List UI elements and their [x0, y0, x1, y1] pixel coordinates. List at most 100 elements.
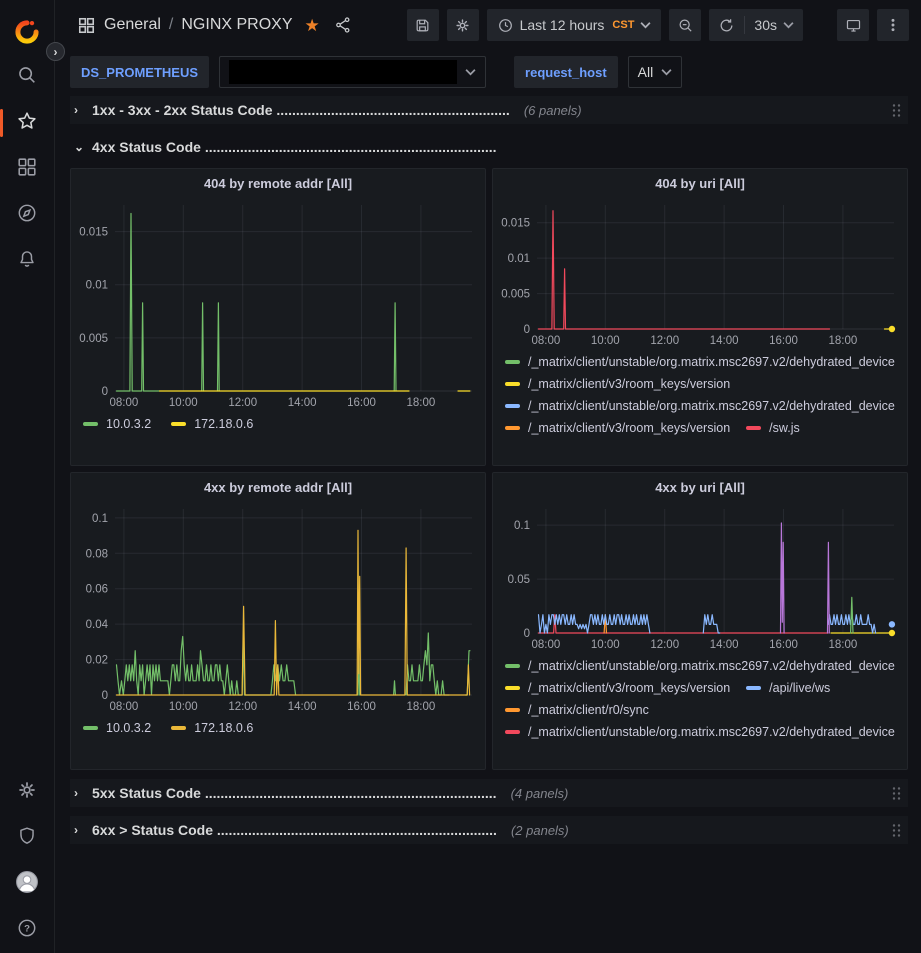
apps-grid-icon	[77, 16, 96, 35]
sidebar-item-starred[interactable]	[0, 100, 55, 146]
legend-item[interactable]: /_matrix/client/r0/sync	[505, 699, 649, 721]
legend-items: 10.0.3.2 172.18.0.6	[83, 717, 253, 739]
row-drag-handle[interactable]	[891, 103, 904, 118]
svg-text:18:00: 18:00	[829, 639, 858, 651]
save-icon	[414, 17, 431, 34]
chevron-down-icon	[465, 68, 476, 76]
legend-item[interactable]: 10.0.3.2	[83, 413, 151, 435]
legend-series-color	[505, 426, 520, 430]
sidebar-item-dashboards[interactable]	[0, 146, 55, 192]
svg-text:08:00: 08:00	[110, 397, 139, 409]
legend-item[interactable]: 10.0.3.2	[83, 717, 151, 739]
legend-item[interactable]: /_matrix/client/unstable/org.matrix.msc2…	[505, 721, 895, 743]
panel-grid: 404 by remote addr [All] 08:0010:0012:00…	[70, 168, 908, 770]
chevron-down-icon	[783, 21, 794, 29]
breadcrumb-dashboard-title[interactable]: NGINX PROXY	[181, 16, 292, 34]
legend-item[interactable]: /_matrix/client/v3/room_keys/version	[505, 373, 730, 395]
row-header-5xx[interactable]: › 5xx Status Code ......................…	[70, 779, 908, 807]
gear-icon	[16, 779, 38, 806]
legend-items: /_matrix/client/unstable/org.matrix.msc2…	[505, 351, 897, 437]
dashboard-settings-button[interactable]	[447, 9, 479, 41]
request-host-select[interactable]: All	[628, 56, 683, 88]
row-header-6xx[interactable]: › 6xx > Status Code ....................…	[70, 816, 908, 844]
explore-compass-icon	[16, 202, 38, 229]
legend-item[interactable]: 172.18.0.6	[171, 717, 253, 739]
share-icon[interactable]	[334, 16, 352, 34]
legend-series-label: /_matrix/client/r0/sync	[528, 703, 649, 717]
sidebar-item-profile[interactable]	[0, 861, 55, 907]
breadcrumb-folder[interactable]: General	[104, 16, 161, 34]
timeseries-chart: 08:0010:0012:0014:0016:0018:0000.020.040…	[71, 501, 485, 715]
svg-text:12:00: 12:00	[650, 639, 679, 651]
panel-404-by-uri: 404 by uri [All] 08:0010:0012:0014:0016:…	[492, 168, 908, 466]
refresh-interval-dropdown[interactable]: 30s	[745, 9, 803, 41]
legend-item[interactable]: /_matrix/client/unstable/org.matrix.msc2…	[505, 351, 895, 373]
row-header-1xx-3xx-2xx[interactable]: › 1xx - 3xx - 2xx Status Code ..........…	[70, 96, 908, 124]
sidebar-item-server-admin[interactable]	[0, 815, 55, 861]
panel-4xx-by-remote-addr: 4xx by remote addr [All] 08:0010:0012:00…	[70, 472, 486, 770]
svg-text:0.015: 0.015	[79, 227, 108, 239]
panel-title[interactable]: 4xx by remote addr [All]	[71, 473, 485, 501]
panel-title[interactable]: 404 by uri [All]	[493, 169, 907, 197]
timeseries-chart: 08:0010:0012:0014:0016:0018:0000.050.1	[493, 501, 907, 653]
kebab-menu-icon	[885, 17, 901, 33]
refresh-interval-label: 30s	[754, 17, 777, 33]
sidebar-item-configuration[interactable]	[0, 769, 55, 815]
legend-item[interactable]: /_matrix/client/unstable/org.matrix.msc2…	[505, 395, 895, 417]
legend-item[interactable]: /sw.js	[746, 417, 800, 439]
refresh-icon	[718, 17, 735, 34]
row-drag-handle[interactable]	[891, 786, 904, 801]
legend-item[interactable]: 172.18.0.6	[171, 413, 253, 435]
svg-text:16:00: 16:00	[769, 335, 798, 347]
more-options-button[interactable]	[877, 9, 909, 41]
timeseries-chart: 08:0010:0012:0014:0016:0018:0000.0050.01…	[71, 197, 485, 411]
sidebar-item-search[interactable]	[0, 54, 55, 100]
legend-series-label: /_matrix/client/unstable/org.matrix.msc2…	[528, 399, 895, 413]
svg-text:10:00: 10:00	[591, 639, 620, 651]
open-menu-button[interactable]: ›	[46, 42, 65, 61]
cycle-view-mode-button[interactable]	[837, 9, 869, 41]
svg-text:12:00: 12:00	[650, 335, 679, 347]
datasource-select[interactable]	[219, 56, 486, 88]
legend-series-color	[505, 382, 520, 386]
legend-series-color	[505, 664, 520, 668]
save-dashboard-button[interactable]	[407, 9, 439, 41]
legend-series-label: /_matrix/client/unstable/org.matrix.msc2…	[528, 725, 895, 739]
refresh-button[interactable]	[709, 9, 744, 41]
svg-text:0: 0	[102, 386, 108, 398]
panel-title[interactable]: 404 by remote addr [All]	[71, 169, 485, 197]
user-avatar	[14, 869, 40, 900]
legend-item[interactable]: /_matrix/client/unstable/org.matrix.msc2…	[505, 655, 895, 677]
sidebar-item-alerting[interactable]	[0, 238, 55, 284]
gear-icon	[454, 17, 471, 34]
sidebar-item-explore[interactable]	[0, 192, 55, 238]
legend-item[interactable]: /_matrix/client/v3/room_keys/version	[505, 677, 730, 699]
breadcrumb-separator: /	[169, 16, 173, 34]
svg-text:0.01: 0.01	[508, 253, 530, 265]
row-panel-count: (4 panels)	[511, 786, 569, 801]
legend-item[interactable]: /api/live/ws	[746, 677, 830, 699]
legend-item[interactable]: /_matrix/client/v3/room_keys/version	[505, 417, 730, 439]
sidebar-item-help[interactable]: ?	[0, 907, 55, 953]
panel-title[interactable]: 4xx by uri [All]	[493, 473, 907, 501]
row-collapse-chevron-icon: ›	[74, 786, 84, 800]
favorite-star-icon[interactable]: ★	[305, 17, 320, 34]
legend-series-color	[746, 426, 761, 430]
variable-label-ds-prometheus: DS_PROMETHEUS	[70, 56, 209, 88]
row-title: 1xx - 3xx - 2xx Status Code ............…	[92, 102, 510, 118]
breadcrumb: General / NGINX PROXY ★	[77, 16, 352, 35]
row-drag-handle[interactable]	[891, 823, 904, 838]
zoom-out-time-button[interactable]	[669, 9, 701, 41]
svg-text:14:00: 14:00	[288, 701, 317, 713]
topbar-actions: Last 12 hours CST 30s	[407, 9, 909, 41]
svg-text:10:00: 10:00	[169, 397, 198, 409]
panel-4xx-by-uri: 4xx by uri [All] 08:0010:0012:0014:0016:…	[492, 472, 908, 770]
time-range-picker[interactable]: Last 12 hours CST	[487, 9, 662, 41]
legend-series-label: 172.18.0.6	[194, 417, 253, 431]
svg-text:0: 0	[524, 628, 530, 640]
legend-series-label: /_matrix/client/unstable/org.matrix.msc2…	[528, 355, 895, 369]
row-header-4xx[interactable]: ⌄ 4xx Status Code ......................…	[70, 133, 908, 161]
legend-series-color	[83, 726, 98, 730]
chart-legend: /_matrix/client/unstable/org.matrix.msc2…	[493, 349, 907, 441]
svg-text:0.1: 0.1	[514, 520, 530, 532]
